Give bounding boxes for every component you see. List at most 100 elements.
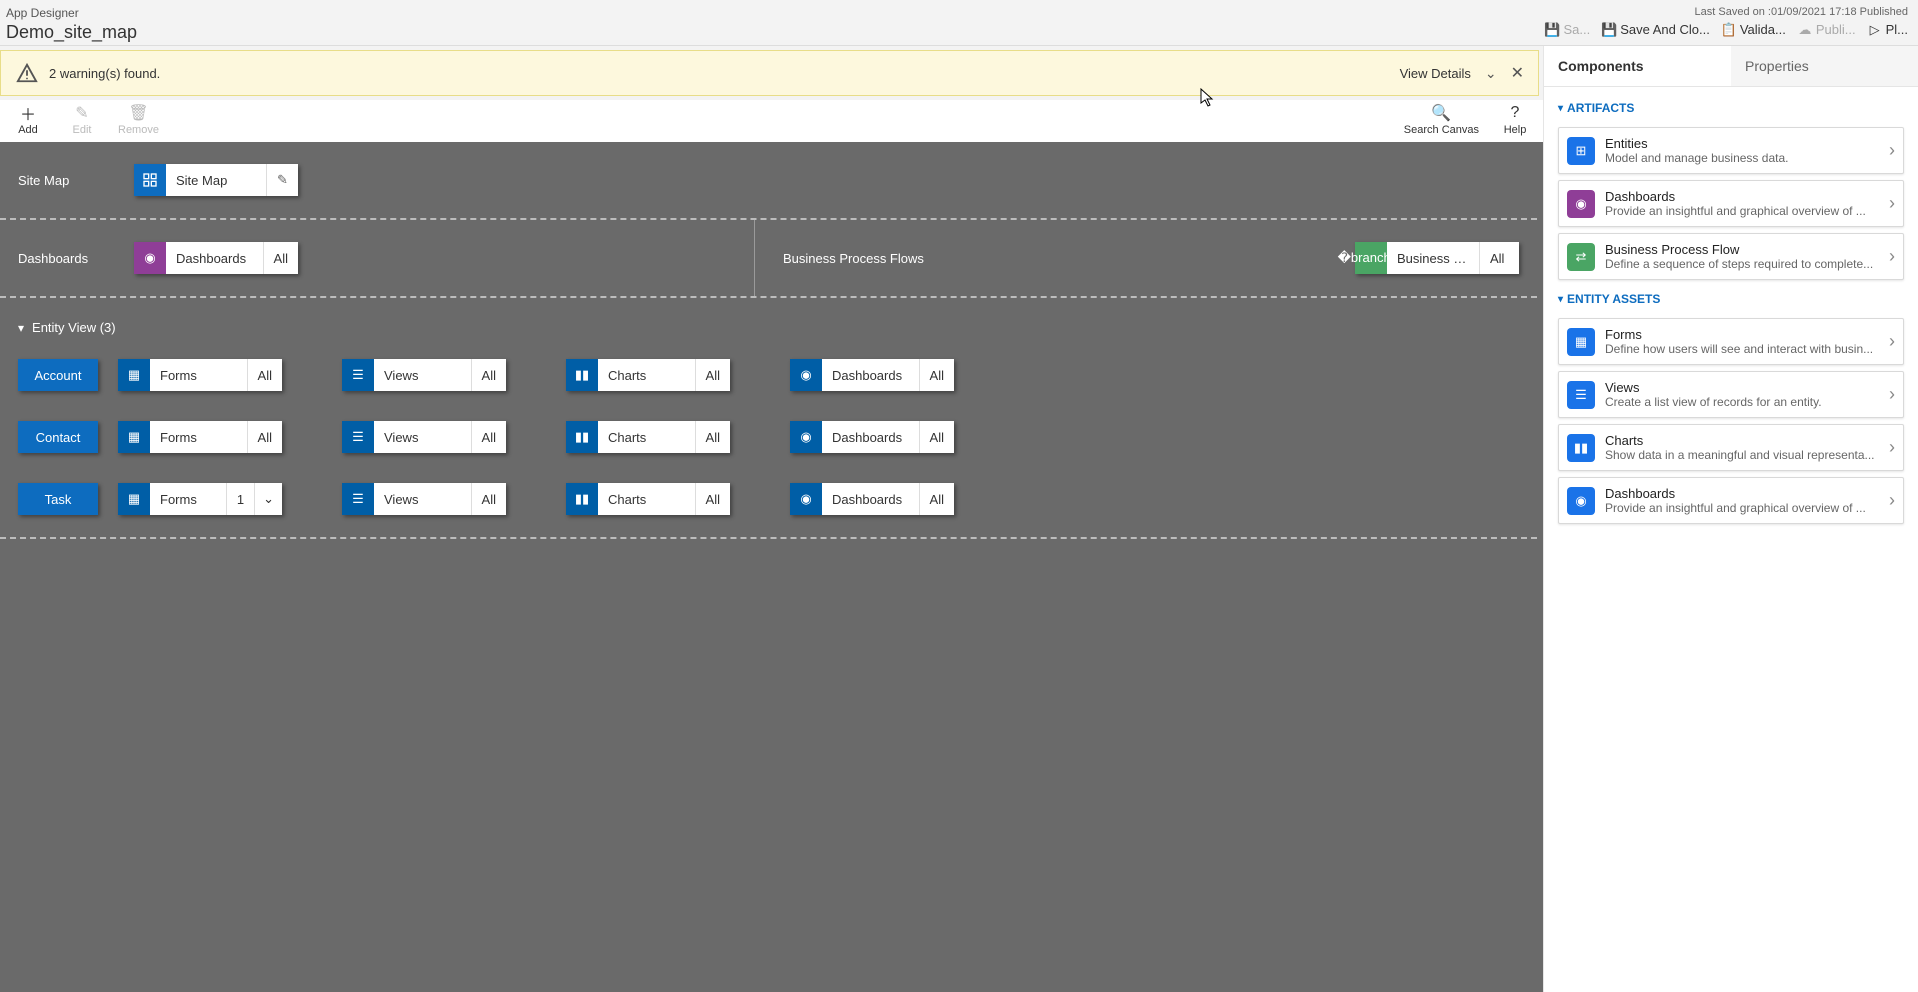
search-canvas-button[interactable]: 🔍 Search Canvas (1404, 104, 1479, 136)
card-views[interactable]: ☰ Views Create a list view of records fo… (1558, 371, 1904, 418)
warning-bar: 2 warning(s) found. View Details ⌄ ✕ (0, 50, 1539, 96)
remove-button: 🗑 Remove (118, 104, 159, 136)
account-charts-tile[interactable]: ▮▮ Charts All (566, 359, 730, 391)
account-forms-tile[interactable]: ▦ Forms All (118, 359, 282, 391)
chart-icon: ▮▮ (566, 483, 598, 515)
chevron-right-icon: › (1889, 331, 1895, 352)
plus-icon: ＋ (20, 104, 36, 122)
chevron-right-icon: › (1889, 140, 1895, 161)
tab-properties[interactable]: Properties (1731, 46, 1918, 86)
dashboard-icon: ◉ (790, 483, 822, 515)
task-charts-all[interactable]: All (695, 483, 730, 515)
dashboards-all-button[interactable]: All (263, 242, 298, 274)
account-views-tile[interactable]: ☰ Views All (342, 359, 506, 391)
task-forms-count[interactable]: 1 (226, 483, 254, 515)
task-views-all[interactable]: All (471, 483, 506, 515)
card-charts[interactable]: ▮▮ Charts Show data in a meaningful and … (1558, 424, 1904, 471)
expand-warning-icon[interactable]: ⌄ (1485, 65, 1497, 82)
bpf-icon: �branches (1355, 242, 1387, 274)
sitemap-section-label: Site Map (18, 173, 114, 188)
warning-icon (15, 61, 39, 85)
close-warning-icon[interactable]: ✕ (1511, 63, 1524, 83)
charts-icon: ▮▮ (1567, 434, 1595, 462)
publish-icon: ☁ (1798, 23, 1812, 37)
contact-dashboards-tile[interactable]: ◉ Dashboards All (790, 421, 954, 453)
task-dash-all[interactable]: All (919, 483, 954, 515)
contact-views-all[interactable]: All (471, 421, 506, 453)
sitemap-tile[interactable]: Site Map ✎ (134, 164, 298, 196)
task-dashboards-tile[interactable]: ◉ Dashboards All (790, 483, 954, 515)
task-forms-expand[interactable]: ⌄ (254, 483, 282, 515)
add-button[interactable]: ＋ Add (10, 104, 46, 136)
contact-charts-tile[interactable]: ▮▮ Charts All (566, 421, 730, 453)
pencil-icon: ✎ (75, 104, 88, 122)
dashboard-icon: ◉ (790, 421, 822, 453)
edit-sitemap-icon[interactable]: ✎ (266, 164, 298, 196)
task-forms-tile[interactable]: ▦ Forms 1 ⌄ (118, 483, 282, 515)
chevron-right-icon: › (1889, 246, 1895, 267)
task-views-tile[interactable]: ☰ Views All (342, 483, 506, 515)
views-icon: ☰ (342, 421, 374, 453)
views-icon: ☰ (342, 483, 374, 515)
validate-button[interactable]: 📋 Valida... (1722, 22, 1786, 37)
edit-button: ✎ Edit (64, 104, 100, 136)
help-icon: ? (1511, 104, 1520, 122)
contact-dash-all[interactable]: All (919, 421, 954, 453)
entity-row-task: Task ▦ Forms 1 ⌄ ☰ (18, 483, 1519, 515)
dashboards-icon: ◉ (1567, 487, 1595, 515)
validate-icon: 📋 (1722, 23, 1736, 37)
play-button[interactable]: ▷ Pl... (1868, 22, 1908, 37)
dashboards-section-label: Dashboards (18, 251, 114, 266)
forms-icon: ▦ (1567, 328, 1595, 356)
card-bpf[interactable]: ⇄ Business Process Flow Define a sequenc… (1558, 233, 1904, 280)
last-saved-text: Last Saved on :01/09/2021 17:18 Publishe… (1695, 6, 1908, 18)
play-icon: ▷ (1868, 23, 1882, 37)
sitemap-icon (134, 164, 166, 196)
group-entity-assets[interactable]: ENTITY ASSETS (1556, 286, 1906, 312)
card-dashboards-asset[interactable]: ◉ Dashboards Provide an insightful and g… (1558, 477, 1904, 524)
bpf-section-label: Business Process Flows (783, 251, 943, 266)
bpf-all-button[interactable]: All (1479, 242, 1514, 274)
views-icon: ☰ (342, 359, 374, 391)
contact-charts-all[interactable]: All (695, 421, 730, 453)
forms-icon: ▦ (118, 483, 150, 515)
entity-task-button[interactable]: Task (18, 483, 98, 515)
card-dashboards[interactable]: ◉ Dashboards Provide an insightful and g… (1558, 180, 1904, 227)
entities-icon: ⊞ (1567, 137, 1595, 165)
account-views-all[interactable]: All (471, 359, 506, 391)
card-forms[interactable]: ▦ Forms Define how users will see and in… (1558, 318, 1904, 365)
entity-view-toggle[interactable]: Entity View (3) (18, 320, 1519, 335)
publish-button: ☁ Publi... (1798, 22, 1856, 37)
warning-text: 2 warning(s) found. (49, 66, 1400, 81)
side-panel: Components Properties ARTIFACTS ⊞ Entiti… (1543, 46, 1918, 992)
card-entities[interactable]: ⊞ Entities Model and manage business dat… (1558, 127, 1904, 174)
view-details-link[interactable]: View Details (1400, 66, 1471, 81)
contact-forms-tile[interactable]: ▦ Forms All (118, 421, 282, 453)
contact-views-tile[interactable]: ☰ Views All (342, 421, 506, 453)
views-icon: ☰ (1567, 381, 1595, 409)
dashboards-icon: ◉ (1567, 190, 1595, 218)
account-dashboards-tile[interactable]: ◉ Dashboards All (790, 359, 954, 391)
help-button[interactable]: ? Help (1497, 104, 1533, 136)
group-artifacts[interactable]: ARTIFACTS (1556, 95, 1906, 121)
contact-forms-all[interactable]: All (247, 421, 282, 453)
account-forms-all[interactable]: All (247, 359, 282, 391)
header: App Designer Demo_site_map Last Saved on… (0, 0, 1918, 45)
account-charts-all[interactable]: All (695, 359, 730, 391)
tab-components[interactable]: Components (1544, 46, 1731, 86)
account-dash-all[interactable]: All (919, 359, 954, 391)
task-charts-tile[interactable]: ▮▮ Charts All (566, 483, 730, 515)
dashboards-tile[interactable]: ◉ Dashboards All (134, 242, 298, 274)
entity-account-button[interactable]: Account (18, 359, 98, 391)
save-and-close-button[interactable]: 💾 Save And Clo... (1602, 22, 1710, 37)
toolbar: ＋ Add ✎ Edit 🗑 Remove 🔍 Search (0, 100, 1543, 142)
save-icon: 💾 (1545, 23, 1559, 37)
canvas[interactable]: Site Map Site Map ✎ (0, 142, 1543, 992)
chevron-right-icon: › (1889, 437, 1895, 458)
save-close-icon: 💾 (1602, 23, 1616, 37)
chevron-right-icon: › (1889, 490, 1895, 511)
dashboard-icon: ◉ (790, 359, 822, 391)
bpf-tile[interactable]: �branches Business Proces... All (1355, 242, 1519, 274)
entity-contact-button[interactable]: Contact (18, 421, 98, 453)
save-button: 💾 Sa... (1545, 22, 1590, 37)
